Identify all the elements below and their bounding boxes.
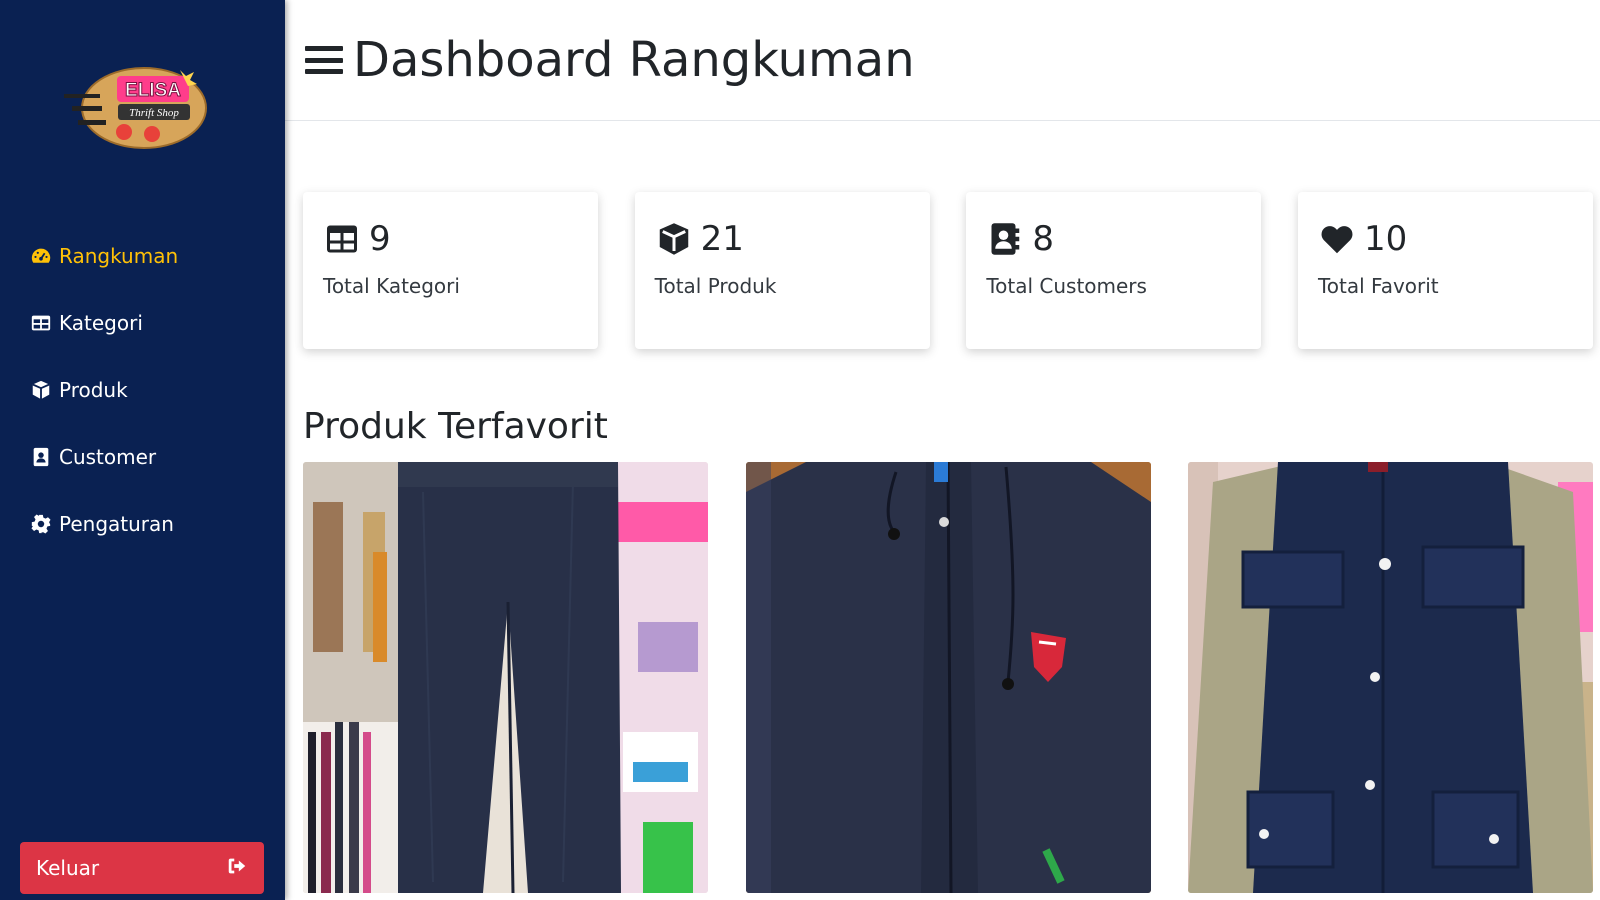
stat-card-customers[interactable]: 8 Total Customers	[966, 192, 1262, 349]
brand-logo[interactable]: ELISA Thrift Shop	[62, 60, 212, 156]
sidebar-item-label: Kategori	[59, 310, 143, 335]
stat-label: Total Produk	[654, 274, 777, 298]
dashboard-gauge-icon	[30, 245, 52, 267]
stat-card-kategori[interactable]: 9 Total Kategori	[303, 192, 598, 349]
table-grid-icon	[30, 312, 52, 334]
sidebar-item-kategori[interactable]: Kategori	[0, 289, 285, 356]
favorites-title: Produk Terfavorit	[303, 406, 608, 447]
stat-value: 10	[1363, 219, 1408, 259]
hamburger-icon[interactable]	[305, 43, 343, 77]
page-title: Dashboard Rangkuman	[353, 32, 915, 88]
stat-value: 9	[369, 219, 391, 259]
logout-button[interactable]: Keluar	[20, 842, 264, 894]
product-photo-jacket-navy[interactable]	[745, 462, 1151, 893]
sidebar-item-rangkuman[interactable]: Rangkuman	[0, 222, 285, 289]
stat-value: 21	[700, 219, 744, 259]
stat-value: 8	[1032, 219, 1054, 259]
sidebar-item-label: Customer	[59, 444, 157, 469]
logout-label: Keluar	[36, 856, 100, 880]
main-content: Dashboard Rangkuman 9 Total Kategori 21 …	[285, 0, 1600, 900]
stat-card-favorit[interactable]: 10 Total Favorit	[1297, 192, 1593, 349]
sidebar: ELISA Thrift Shop Rangkuman Kategori Pro…	[0, 0, 285, 900]
contact-book-icon	[986, 220, 1024, 258]
table-grid-icon	[323, 220, 361, 258]
box-icon	[30, 379, 52, 401]
gear-icon	[30, 513, 52, 535]
sidebar-item-produk[interactable]: Produk	[0, 356, 285, 423]
heart-icon	[1318, 220, 1356, 258]
box-icon	[655, 220, 693, 258]
stat-label: Total Customers	[986, 274, 1147, 298]
svg-text:Thrift Shop: Thrift Shop	[129, 107, 179, 119]
page-header: Dashboard Rangkuman	[285, 0, 1600, 121]
sidebar-item-label: Rangkuman	[59, 243, 179, 268]
sidebar-nav: Rangkuman Kategori Produk Customer Penga…	[0, 222, 285, 557]
product-photo-jacket-khaki[interactable]	[1188, 462, 1593, 893]
svg-text:ELISA: ELISA	[125, 80, 181, 101]
product-photo-pants[interactable]	[303, 462, 708, 893]
stats-cards: 9 Total Kategori 21 Total Produk 8 Total…	[303, 192, 1593, 349]
sign-out-icon	[226, 855, 248, 882]
sidebar-item-customer[interactable]: Customer	[0, 423, 285, 490]
sidebar-item-pengaturan[interactable]: Pengaturan	[0, 490, 285, 557]
favorite-products	[303, 462, 1593, 893]
sidebar-item-label: Pengaturan	[59, 511, 174, 536]
stat-card-produk[interactable]: 21 Total Produk	[634, 192, 930, 349]
stat-label: Total Favorit	[1317, 274, 1439, 298]
sidebar-item-label: Produk	[59, 377, 128, 402]
stat-label: Total Kategori	[323, 274, 460, 298]
contact-book-icon	[30, 446, 52, 468]
